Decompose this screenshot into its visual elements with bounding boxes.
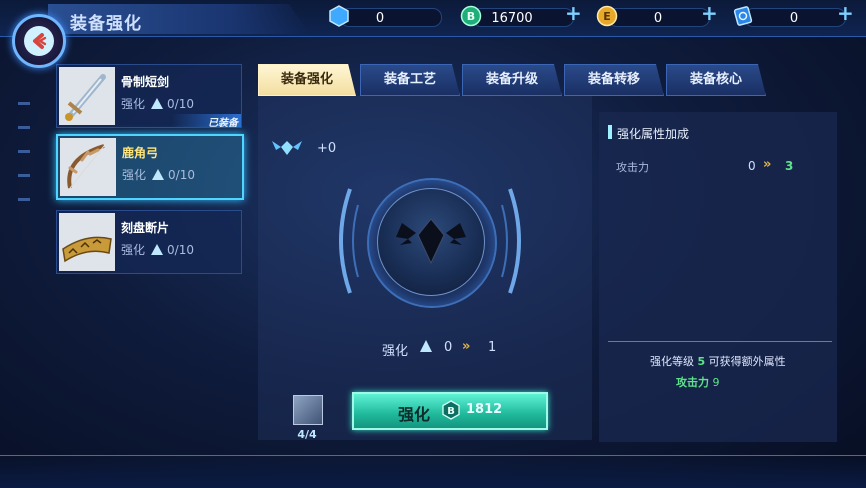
add-green-coin-button[interactable]: + — [565, 1, 582, 25]
item-level: 强化 0/10 — [121, 241, 194, 258]
enhance-button-label: 强化 — [398, 405, 431, 424]
tab-equipment-transfer[interactable]: 装备转移 — [564, 64, 664, 96]
item-name: 骨制短剑 — [121, 75, 170, 89]
dark-crystal-icon — [396, 218, 466, 265]
bonus-line-prefix: 强化等级 — [650, 355, 694, 368]
bonus-line: 强化等级 5 可获得额外属性 — [650, 353, 786, 369]
green-coin-icon: B — [442, 400, 460, 420]
enhance-button[interactable]: 强化 B 1812 — [352, 392, 548, 430]
bonus-attribute: 攻击力 9 — [676, 374, 720, 390]
enhance-cost: 1812 — [466, 402, 503, 417]
attribute-name: 攻击力 — [616, 161, 649, 174]
tab-equipment-enhance[interactable]: 装备强化 — [258, 64, 356, 96]
side-dash — [18, 174, 30, 177]
bonus-attribute-value: 9 — [712, 376, 720, 389]
antler-bow-icon — [60, 138, 116, 196]
item-card-carved-tablet[interactable]: 刻盘断片 强化 0/10 — [56, 210, 242, 274]
bone-dagger-icon — [59, 67, 115, 125]
back-arrow-icon — [24, 26, 54, 56]
item-level-label: 强化 — [122, 168, 147, 182]
resource-value: 0 — [653, 11, 663, 26]
enhance-crystal-icon — [152, 169, 165, 180]
page-title: 装备强化 — [70, 14, 142, 34]
resource-blue-card: 0 — [732, 5, 852, 27]
attribute-to: 3 — [785, 159, 794, 173]
add-blue-card-button[interactable]: + — [837, 1, 854, 25]
item-level: 强化 0/10 — [122, 166, 195, 183]
material-count: 4/4 — [297, 428, 317, 441]
back-button[interactable] — [12, 14, 66, 68]
resource-value: 0 — [789, 11, 799, 26]
gem-bonus-value: +0 — [317, 141, 337, 156]
enhance-crystal-icon — [151, 98, 164, 109]
item-level-value: 0/10 — [167, 97, 194, 111]
carved-tablet-icon — [59, 213, 115, 271]
enhance-level-from: 0 — [444, 340, 453, 355]
enhance-level-label: 强化 — [382, 344, 409, 359]
svg-text:B: B — [447, 406, 455, 417]
resource-value: 16700 — [491, 11, 533, 26]
item-name: 刻盘断片 — [121, 221, 170, 235]
double-arrow-icon: » — [763, 157, 772, 172]
core-slot[interactable] — [377, 188, 485, 296]
attribute-from: 0 — [748, 159, 756, 173]
equipped-badge: 已装备 — [172, 114, 241, 129]
resource-blue-gem: 0 — [328, 5, 448, 27]
section-marker — [608, 125, 612, 139]
bottom-frame — [0, 455, 866, 488]
item-level-value: 0/10 — [167, 243, 194, 257]
resource-value: 0 — [375, 11, 385, 26]
tab-equipment-craft[interactable]: 装备工艺 — [360, 64, 460, 96]
enhance-crystal-icon — [420, 340, 432, 352]
wing-gem-icon — [270, 138, 304, 162]
double-arrow-icon: » — [462, 339, 471, 354]
enhance-material-icon[interactable] — [293, 395, 323, 425]
enhance-crystal-icon — [151, 244, 164, 255]
item-card-bone-dagger[interactable]: 骨制短剑 强化 0/10 已装备 — [56, 64, 242, 129]
item-card-antler-bow[interactable]: 鹿角弓 强化 0/10 — [56, 134, 244, 200]
tab-equipment-upgrade[interactable]: 装备升级 — [462, 64, 562, 96]
bonus-level: 5 — [697, 355, 706, 368]
divider — [608, 341, 832, 342]
resource-gold-coin: E 0 — [596, 5, 716, 27]
side-dash — [18, 102, 30, 105]
resource-green-coin: B 16700 — [460, 5, 580, 27]
tab-equipment-core[interactable]: 装备核心 — [666, 64, 766, 96]
attribute-title: 强化属性加成 — [617, 127, 690, 141]
item-level-label: 强化 — [121, 243, 146, 257]
item-level-value: 0/10 — [168, 168, 195, 182]
side-dash — [18, 126, 30, 129]
bonus-line-suffix: 可获得额外属性 — [708, 355, 786, 368]
add-gold-coin-button[interactable]: + — [701, 1, 718, 25]
side-dash — [18, 150, 30, 153]
item-name: 鹿角弓 — [122, 146, 159, 160]
side-dash — [18, 198, 30, 201]
enhance-level-to: 1 — [488, 340, 497, 355]
item-level-label: 强化 — [121, 97, 146, 111]
bonus-attribute-name: 攻击力 — [676, 376, 709, 389]
item-level: 强化 0/10 — [121, 95, 194, 112]
